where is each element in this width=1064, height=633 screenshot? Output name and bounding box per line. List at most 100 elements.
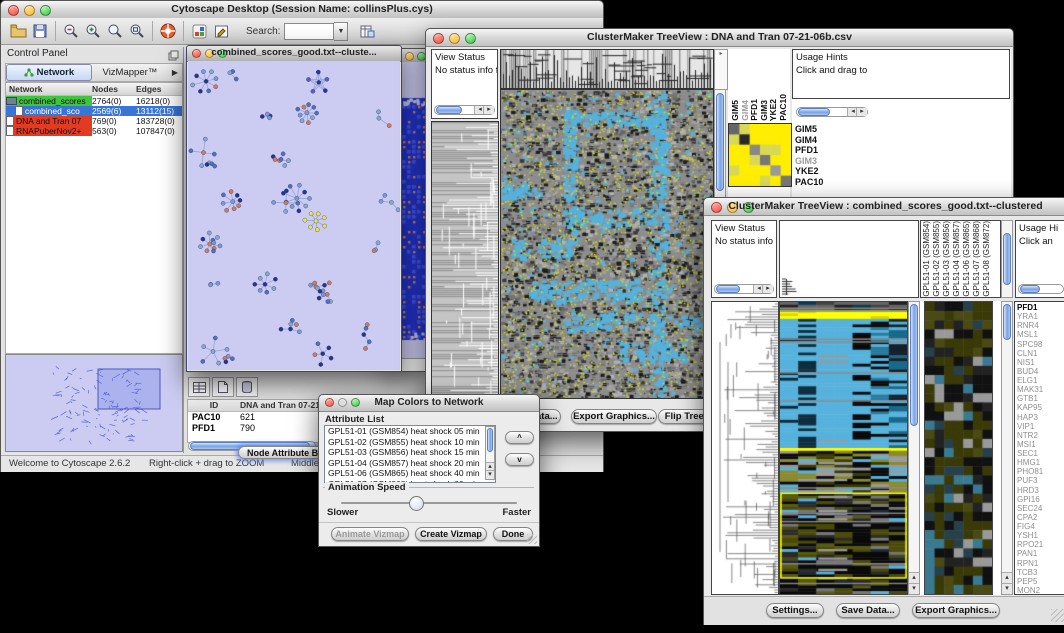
gene-label[interactable]: PEP5 — [1017, 577, 1064, 586]
zoom-fit-icon[interactable] — [126, 21, 148, 41]
tv2-col-label[interactable]: GPL51-06 (GSM865) — [963, 221, 971, 297]
network-table-row[interactable]: DNA and Tran 07 769(0) 183728(0) — [6, 116, 182, 126]
gene-label[interactable]: MSI1 — [1017, 440, 1064, 449]
create-vizmap-button[interactable]: Create Vizmap — [415, 527, 487, 541]
gene-label[interactable]: FIG4 — [1017, 522, 1064, 531]
resize-grip[interactable] — [527, 534, 537, 544]
scroll-right-icon[interactable]: ▸ — [483, 106, 494, 114]
gene-label[interactable]: SEC1 — [1017, 449, 1064, 458]
tv1-col-label[interactable]: GIM3 — [760, 100, 769, 121]
scroll-up-icon[interactable]: ▴ — [1002, 572, 1012, 583]
attribute-item[interactable]: GPL51-03 (GSM856) heat shock 15 min — [325, 447, 485, 458]
tv2-save-data-button[interactable]: Save Data... — [836, 603, 900, 618]
scroll-right-icon[interactable]: ▸ — [762, 285, 773, 293]
col-edges[interactable]: Edges — [136, 84, 182, 94]
tv2-heatmap[interactable] — [779, 301, 908, 595]
tv2-col-label[interactable]: GPL51-03 (GSM856) — [943, 221, 951, 297]
attribute-item[interactable]: GPL51-01 (GSM854) heat shock 05 min — [325, 426, 485, 437]
gene-label[interactable]: PFD1 — [1017, 303, 1064, 312]
tv1-zoom-heatmap[interactable] — [728, 123, 792, 187]
zoom-in-icon[interactable] — [82, 21, 104, 41]
tab-vizmapper[interactable]: VizMapper™ — [92, 67, 168, 78]
tv2-usage-hscrollbar[interactable] — [1018, 284, 1064, 294]
save-session-button[interactable] — [29, 21, 51, 41]
tv1-row-label[interactable]: YKE2 — [795, 166, 823, 177]
dialog-titlebar[interactable]: Map Colors to Network — [319, 395, 539, 412]
gene-label[interactable]: BUD4 — [1017, 367, 1064, 376]
gene-label[interactable]: GTB1 — [1017, 394, 1064, 403]
gene-label[interactable]: PUF3 — [1017, 476, 1064, 485]
tv1-export-graphics-button[interactable]: Export Graphics... — [571, 409, 657, 424]
hscroll-thumb[interactable] — [798, 108, 830, 116]
attribute-item[interactable]: GPL51-06 (GSM865) heat shock 40 min — [325, 468, 485, 479]
annotation-icon[interactable] — [210, 21, 232, 41]
vscroll-thumb[interactable] — [1003, 233, 1011, 285]
listbox-vscrollbar[interactable]: ▴ ▾ — [485, 426, 495, 480]
vscroll-thumb[interactable] — [910, 304, 918, 426]
tv2-collabel-vscrollbar[interactable] — [1001, 220, 1013, 298]
resize-grip[interactable] — [1051, 609, 1064, 622]
network-table-header[interactable]: Network Nodes Edges — [6, 83, 182, 96]
scroll-down-icon[interactable]: ▾ — [486, 470, 494, 479]
gene-label[interactable]: YSH1 — [1017, 531, 1064, 540]
gene-label[interactable]: HAP3 — [1017, 413, 1064, 422]
attribute-item[interactable]: GPL51-04 (GSM857) heat shock 20 min — [325, 458, 485, 469]
gene-label[interactable]: YRA1 — [1017, 312, 1064, 321]
tv1-row-label[interactable]: PAC10 — [795, 177, 823, 188]
attribute-item[interactable]: GPL51-02 (GSM855) heat shock 10 min — [325, 437, 485, 448]
hscroll-thumb[interactable] — [436, 106, 462, 114]
tv2-status-hscrollbar[interactable]: ◂ ▸ — [714, 284, 774, 294]
network-table-row[interactable]: combined_scores 2764(0) 16218(0) — [6, 96, 182, 106]
animate-vizmap-button[interactable]: Animate Vizmap — [331, 527, 409, 541]
hscroll-thumb[interactable] — [1020, 285, 1040, 293]
tv1-gene-dendrogram[interactable] — [431, 121, 499, 399]
network-titlebar[interactable]: combined_scores_good.txt--cluste... — [187, 46, 401, 62]
network-canvas-area[interactable] — [188, 61, 400, 370]
tv1-col-label[interactable]: GIM4 — [741, 100, 750, 121]
vscroll-thumb[interactable] — [1003, 304, 1011, 340]
tab-overflow-icon[interactable]: ▶ — [168, 68, 182, 77]
scroll-down-icon[interactable]: ▾ — [1002, 583, 1012, 594]
search-input[interactable] — [284, 23, 334, 40]
network-table-row[interactable]: combined_sco 2569(6) 13112(15) — [6, 106, 182, 116]
delete-attribute-icon[interactable] — [236, 377, 258, 397]
gene-label[interactable]: CLN1 — [1017, 349, 1064, 358]
tv1-col-label[interactable]: YKE2 — [769, 99, 778, 121]
tv1-col-label[interactable]: PAC10 — [779, 94, 788, 121]
gene-label[interactable]: MAK31 — [1017, 385, 1064, 394]
gene-label[interactable]: PHO81 — [1017, 467, 1064, 476]
gene-label[interactable]: MSL1 — [1017, 330, 1064, 339]
tv1-status-hscrollbar[interactable]: ◂ ▸ — [434, 105, 495, 115]
gene-label[interactable]: PAN1 — [1017, 549, 1064, 558]
network-table-row[interactable]: RNAPuberNov2+ 563(0) 107847(0) — [6, 126, 182, 136]
tv2-gene-dendrogram[interactable] — [711, 301, 779, 595]
node-views-icon[interactable] — [188, 21, 210, 41]
search-dropdown-icon[interactable]: ▼ — [334, 22, 348, 41]
tv1-row-label[interactable]: GIM3 — [795, 156, 823, 167]
scroll-down-icon[interactable]: ▾ — [909, 583, 919, 594]
tv1-col-label[interactable]: PFD1 — [750, 99, 759, 121]
tv1-row-label[interactable]: GIM5 — [795, 124, 823, 135]
gene-label[interactable]: VIP1 — [1017, 422, 1064, 431]
col-nodes[interactable]: Nodes — [92, 84, 136, 94]
id-column-header[interactable]: ID — [188, 400, 240, 411]
tv2-col-label[interactable]: GPL51-04 (GSM857) — [953, 221, 961, 297]
tv2-col-label[interactable]: GPL51-07 (GSM868) — [973, 221, 981, 297]
attribute-listbox[interactable]: GPL51-01 (GSM854) heat shock 05 minGPL51… — [324, 425, 496, 483]
open-session-button[interactable] — [7, 21, 29, 41]
minimize-button[interactable] — [405, 52, 414, 61]
gene-label[interactable]: NTR2 — [1017, 431, 1064, 440]
gene-label[interactable]: CPA2 — [1017, 513, 1064, 522]
tv1-column-dendrogram[interactable] — [500, 49, 714, 89]
tv2-col-label[interactable]: GPL51-02 (GSM855) — [933, 221, 941, 297]
main-titlebar[interactable]: Cytoscape Desktop (Session Name: collins… — [1, 1, 603, 19]
treeview2-titlebar[interactable]: ClusterMaker TreeView : combined_scores_… — [704, 198, 1064, 216]
scroll-right-icon[interactable]: ▸ — [856, 108, 867, 116]
gene-label[interactable]: RNR4 — [1017, 321, 1064, 330]
attribute-table-icon[interactable] — [188, 377, 210, 397]
gene-label[interactable]: HMG1 — [1017, 458, 1064, 467]
gene-label[interactable]: GPI16 — [1017, 495, 1064, 504]
gene-label[interactable]: ELG1 — [1017, 376, 1064, 385]
zoom-out-icon[interactable] — [60, 21, 82, 41]
tv2-export-graphics-button[interactable]: Export Graphics... — [912, 603, 1000, 618]
